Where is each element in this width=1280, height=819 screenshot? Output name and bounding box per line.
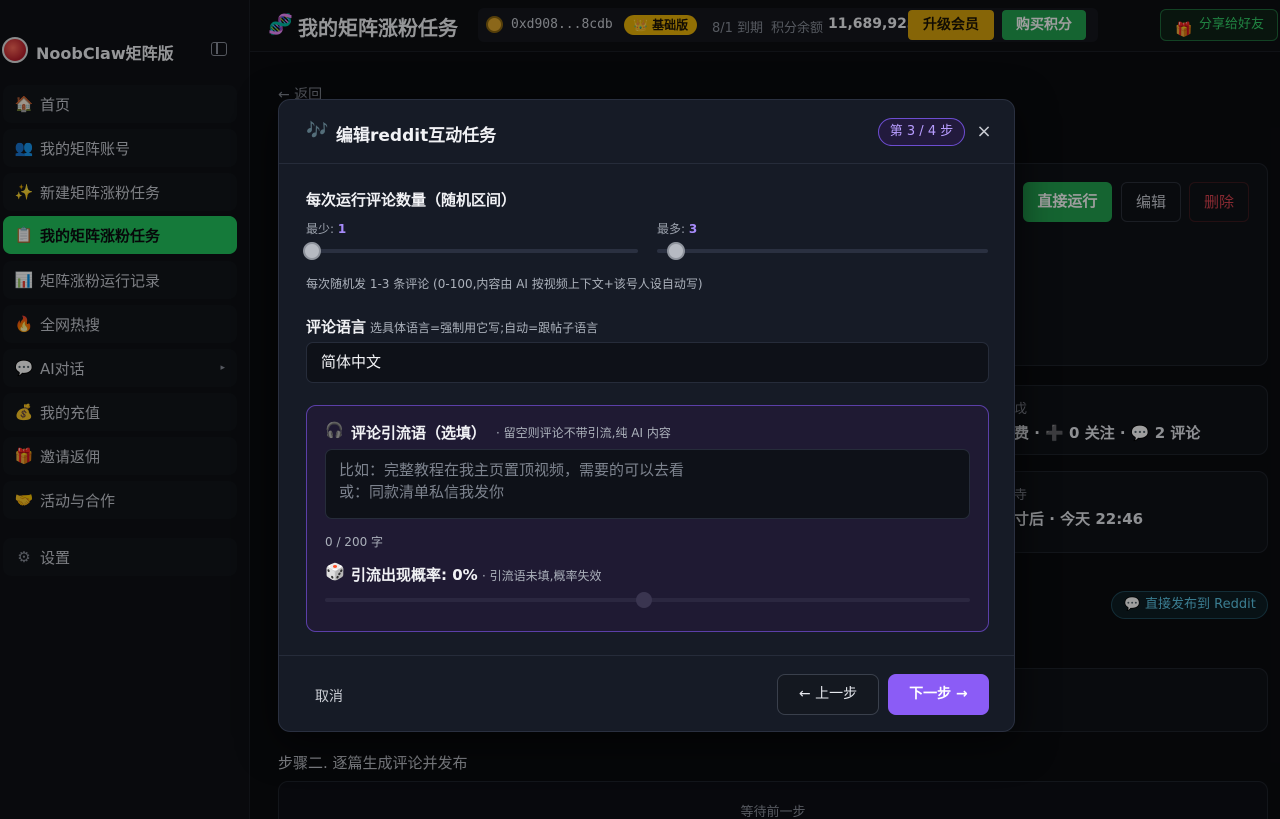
comment-language-sub: 选具体语言=强制用它写;自动=跟帖子语言 <box>370 321 599 335</box>
comment-count-hint: 每次随机发 1-3 条评论 (0-100,内容由 AI 按视频上下文+该号人设自… <box>306 277 703 291</box>
modal-header: 🎶 编辑reddit互动任务 第 3 / 4 步 × <box>279 100 1014 164</box>
modal-title: 编辑reddit互动任务 <box>336 126 497 146</box>
music-icon: 🎶 <box>306 120 329 141</box>
modal-footer: 取消 ← 上一步 下一步 → <box>279 655 1014 731</box>
probability-slider-handle[interactable] <box>636 592 652 608</box>
close-icon[interactable]: × <box>976 121 992 142</box>
step-badge: 第 3 / 4 步 <box>878 118 965 146</box>
max-label: 最多: 3 <box>657 222 698 236</box>
lead-textarea[interactable]: 比如：完整教程在我主页置顶视频，需要的可以去看 或：同款清单私信我发你 <box>325 449 970 519</box>
min-slider-track[interactable] <box>309 249 638 253</box>
min-slider-handle[interactable] <box>303 242 322 260</box>
dice-icon: 🎲 <box>325 562 345 581</box>
next-step-button[interactable]: 下一步 → <box>888 674 989 715</box>
probability-sub: · 引流语未填,概率失效 <box>482 569 602 583</box>
max-slider-handle[interactable] <box>666 242 685 260</box>
lead-section: 🎧 评论引流语（选填） · 留空则评论不带引流,纯 AI 内容 比如：完整教程在… <box>306 405 989 632</box>
probability-title: 引流出现概率: 0% <box>351 566 478 584</box>
min-label: 最少: 1 <box>306 222 347 236</box>
char-count: 0 / 200 字 <box>325 535 384 549</box>
comment-count-title: 每次运行评论数量（随机区间） <box>306 191 517 209</box>
lead-title: 评论引流语（选填） <box>351 424 487 442</box>
min-value: 1 <box>337 222 347 236</box>
lead-sub: · 留空则评论不带引流,纯 AI 内容 <box>496 426 671 440</box>
max-value: 3 <box>688 222 698 236</box>
language-select[interactable]: 简体中文 <box>306 342 989 383</box>
headphones-icon: 🎧 <box>325 421 344 439</box>
comment-language-title: 评论语言 选具体语言=强制用它写;自动=跟帖子语言 <box>306 318 599 336</box>
prev-step-button[interactable]: ← 上一步 <box>777 674 879 715</box>
cancel-button[interactable]: 取消 <box>315 686 343 706</box>
max-slider-track[interactable] <box>657 249 988 253</box>
edit-task-modal: 🎶 编辑reddit互动任务 第 3 / 4 步 × 每次运行评论数量（随机区间… <box>278 99 1015 732</box>
